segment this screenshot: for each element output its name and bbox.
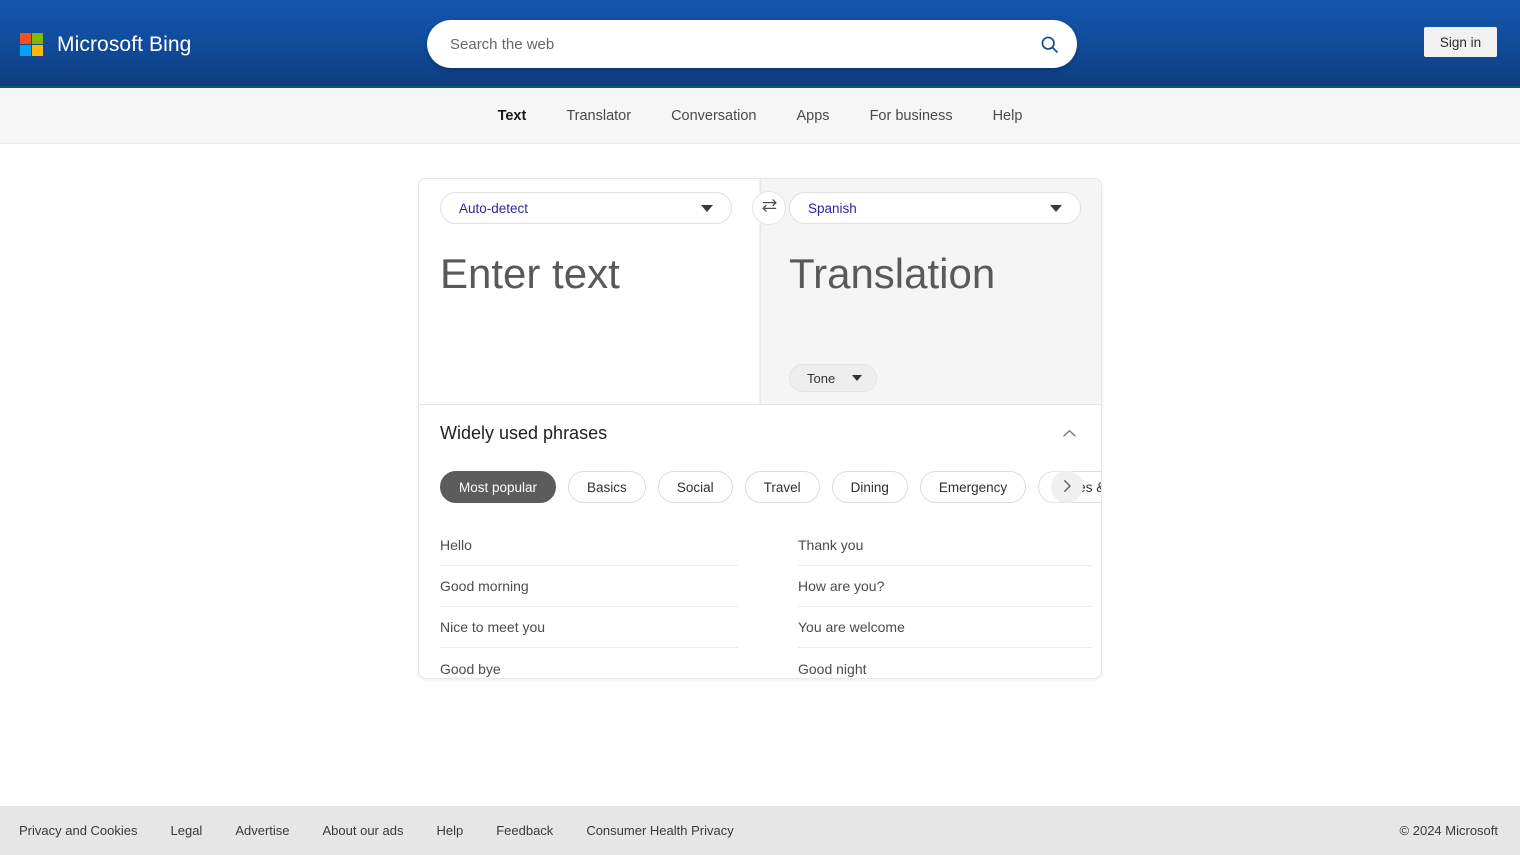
translator-card: Auto-detect Enter text Spanish Translati… bbox=[418, 178, 1102, 679]
chevron-down-icon bbox=[852, 375, 863, 381]
collapse-phrases-button[interactable] bbox=[1053, 419, 1085, 451]
footer-link-legal[interactable]: Legal bbox=[171, 823, 219, 838]
search-input[interactable] bbox=[427, 21, 1021, 67]
nav-item-translator[interactable]: Translator bbox=[546, 88, 651, 144]
chip-emergency[interactable]: Emergency bbox=[919, 471, 1027, 503]
list-item[interactable]: Good bye bbox=[440, 648, 738, 678]
target-pane: Spanish Translation Tone bbox=[759, 179, 1101, 405]
list-item[interactable]: Nice to meet you bbox=[440, 607, 738, 648]
chevron-right-icon bbox=[1058, 477, 1076, 498]
nav-item-text[interactable]: Text bbox=[478, 88, 547, 144]
brand-name: Microsoft Bing bbox=[57, 33, 192, 56]
footer-link-advertise[interactable]: Advertise bbox=[235, 823, 305, 838]
nav-item-help[interactable]: Help bbox=[973, 88, 1043, 144]
phrase-column-gap bbox=[738, 525, 798, 678]
phrase-column-right: Thank you How are you? You are welcome G… bbox=[798, 525, 1092, 678]
translation-panes: Auto-detect Enter text Spanish Translati… bbox=[419, 179, 1101, 405]
chip-travel[interactable]: Travel bbox=[744, 471, 820, 503]
tone-label: Tone bbox=[807, 370, 836, 386]
brand[interactable]: Microsoft Bing bbox=[20, 33, 191, 56]
nav-item-apps[interactable]: Apps bbox=[777, 88, 850, 144]
footer-link-feedback[interactable]: Feedback bbox=[496, 823, 569, 838]
translation-text-placeholder: Translation bbox=[789, 250, 996, 297]
chip-most-popular[interactable]: Most popular bbox=[440, 471, 557, 503]
search-box[interactable] bbox=[427, 20, 1077, 68]
footer-links: Privacy and Cookies Legal Advertise Abou… bbox=[19, 823, 767, 838]
chevron-down-icon bbox=[1050, 204, 1062, 212]
nav-item-for-business[interactable]: For business bbox=[850, 88, 973, 144]
tone-dropdown[interactable]: Tone bbox=[789, 364, 878, 392]
chip-social[interactable]: Social bbox=[657, 471, 733, 503]
list-item[interactable]: Good night bbox=[798, 648, 1092, 678]
primary-nav: Text Translator Conversation Apps For bu… bbox=[0, 88, 1520, 144]
chip-dining[interactable]: Dining bbox=[831, 471, 908, 503]
nav-item-conversation[interactable]: Conversation bbox=[651, 88, 776, 144]
target-language-label: Spanish bbox=[808, 200, 857, 216]
list-item[interactable]: Hello bbox=[440, 525, 738, 566]
source-text-placeholder[interactable]: Enter text bbox=[440, 253, 620, 295]
sign-in-button[interactable]: Sign in bbox=[1424, 27, 1497, 57]
footer-link-about-our-ads[interactable]: About our ads bbox=[323, 823, 420, 838]
chips-track: Most popular Basics Social Travel Dining… bbox=[440, 467, 1101, 507]
search-icon bbox=[1039, 34, 1060, 55]
list-item[interactable]: You are welcome bbox=[798, 607, 1092, 648]
footer-link-help[interactable]: Help bbox=[436, 823, 479, 838]
phrase-category-chips: Most popular Basics Social Travel Dining… bbox=[440, 467, 1101, 507]
list-item[interactable]: Good morning bbox=[440, 566, 738, 607]
phrase-grid: Hello Good morning Nice to meet you Good… bbox=[419, 507, 1101, 678]
swap-languages-icon bbox=[761, 197, 778, 219]
source-language-dropdown[interactable]: Auto-detect bbox=[440, 192, 732, 224]
site-header: Microsoft Bing Sign in bbox=[0, 0, 1520, 88]
target-language-dropdown[interactable]: Spanish bbox=[789, 192, 1081, 224]
page-root: Microsoft Bing Sign in Text Translator C… bbox=[0, 0, 1520, 855]
footer-link-consumer-health-privacy[interactable]: Consumer Health Privacy bbox=[586, 823, 749, 838]
footer-link-privacy-and-cookies[interactable]: Privacy and Cookies bbox=[19, 823, 154, 838]
chip-basics[interactable]: Basics bbox=[568, 471, 646, 503]
list-item[interactable]: How are you? bbox=[798, 566, 1092, 607]
search-button[interactable] bbox=[1021, 21, 1077, 67]
phrases-title: Widely used phrases bbox=[440, 423, 608, 443]
phrase-column-left: Hello Good morning Nice to meet you Good… bbox=[440, 525, 738, 678]
site-footer: Privacy and Cookies Legal Advertise Abou… bbox=[0, 806, 1520, 855]
source-pane: Auto-detect Enter text bbox=[419, 179, 759, 405]
microsoft-logo-icon bbox=[20, 33, 43, 56]
list-item[interactable]: Thank you bbox=[798, 525, 1092, 566]
widely-used-phrases-section: Widely used phrases Most popular Basics … bbox=[419, 405, 1101, 678]
phrases-header: Widely used phrases bbox=[419, 405, 1101, 467]
chevron-down-icon bbox=[701, 204, 713, 212]
source-language-label: Auto-detect bbox=[459, 200, 529, 216]
scroll-chips-next-button[interactable] bbox=[1051, 471, 1083, 503]
swap-languages-button[interactable] bbox=[752, 191, 786, 225]
footer-copyright: © 2024 Microsoft bbox=[1399, 823, 1498, 838]
chevron-up-icon bbox=[1060, 424, 1079, 446]
